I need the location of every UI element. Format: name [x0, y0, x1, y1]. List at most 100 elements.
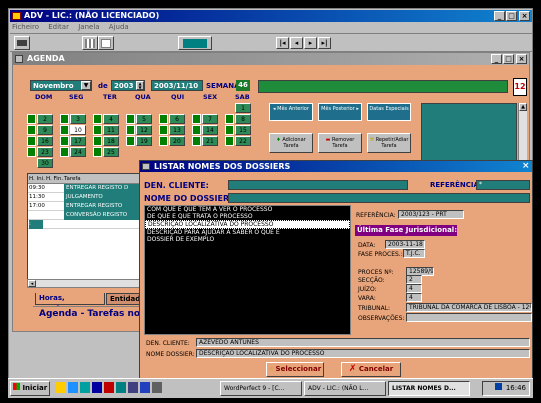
- task-wordperfect[interactable]: WordPerfect 9 - [C...: [220, 381, 302, 396]
- dialog-close-icon[interactable]: ×: [522, 161, 530, 172]
- calendar-book-icon[interactable]: 12: [513, 78, 527, 96]
- first-record-button[interactable]: |◂: [276, 37, 289, 49]
- repeat-task-button[interactable]: ⚒ Repetir/Adiar Tarefa: [367, 133, 411, 153]
- quicklaunch-app5-icon[interactable]: [152, 382, 162, 393]
- quicklaunch-word-icon[interactable]: [140, 382, 150, 393]
- add-task-icon: ♦: [276, 137, 281, 143]
- start-button[interactable]: Iniciar: [10, 381, 50, 396]
- day-cell[interactable]: 9: [37, 125, 53, 135]
- agenda-minimize-button[interactable]: _: [491, 54, 502, 64]
- cancel-button-label: Cancelar: [358, 365, 394, 373]
- agenda-icon[interactable]: [178, 36, 212, 50]
- list-item[interactable]: COM QUE E QUE TEM A VER O PROCESSO: [145, 206, 350, 213]
- weekday-seg: SEG: [69, 93, 84, 101]
- day-cell[interactable]: 6: [169, 114, 185, 124]
- day-cell[interactable]: 11: [103, 125, 119, 135]
- add-task-label: Adicionar Tarefa: [282, 137, 306, 149]
- agenda-notes-scrollbar[interactable]: ▲: [518, 103, 527, 163]
- day-cell[interactable]: 10: [70, 125, 86, 135]
- task-listar[interactable]: LISTAR NOMES D...: [388, 381, 470, 396]
- add-task-button[interactable]: ♦ Adicionar Tarefa: [269, 133, 313, 153]
- day-cell[interactable]: 21: [202, 136, 218, 146]
- day-cell[interactable]: 24: [70, 147, 86, 157]
- next-record-button[interactable]: ▸: [304, 37, 317, 49]
- day-cell[interactable]: 20: [169, 136, 185, 146]
- last-record-button[interactable]: ▸|: [318, 37, 331, 49]
- day-cell[interactable]: 5: [136, 114, 152, 124]
- day-cell[interactable]: 13: [169, 125, 185, 135]
- prev-record-button[interactable]: ◂: [290, 37, 303, 49]
- day-cell[interactable]: 19: [136, 136, 152, 146]
- quicklaunch-ie-icon[interactable]: [68, 382, 78, 393]
- select-button[interactable]: ☝ Seleccionar: [266, 362, 324, 377]
- agenda-maximize-button[interactable]: □: [503, 54, 514, 64]
- observacoes-value: [406, 313, 532, 322]
- day-cell[interactable]: 17: [70, 136, 86, 146]
- day-cell[interactable]: 25: [103, 147, 119, 157]
- quicklaunch-app2-icon[interactable]: [104, 382, 114, 393]
- task-adv[interactable]: ADV - LIC.: (NÃO L...: [304, 381, 386, 396]
- day-cell[interactable]: 1: [235, 103, 251, 113]
- list-item[interactable]: DE QUE E QUE TRATA O PROCESSO: [145, 213, 350, 220]
- agenda-title-bar[interactable]: AGENDA _ □ ×: [13, 53, 529, 65]
- day-cell[interactable]: 16: [37, 136, 53, 146]
- day-cell[interactable]: 3: [70, 114, 86, 124]
- week-number: 46: [236, 80, 250, 91]
- day-marker: [60, 136, 69, 146]
- day-marker: [225, 114, 234, 124]
- tray-network-icon[interactable]: [494, 383, 502, 390]
- proces-label: PROCES Nº:: [358, 269, 394, 276]
- remove-task-button[interactable]: ▬ Remover Tarefa: [318, 133, 362, 153]
- year-spinner[interactable]: 2003 ▲ ▼: [111, 80, 145, 91]
- day-cell[interactable]: 8: [235, 114, 251, 124]
- minimize-button[interactable]: _: [494, 11, 505, 21]
- calculator-icon[interactable]: [82, 36, 98, 50]
- day-cell[interactable]: 15: [235, 125, 251, 135]
- cancel-button[interactable]: ✗ Cancelar: [341, 362, 401, 377]
- menu-janela[interactable]: Janela: [78, 23, 99, 31]
- menu-editar[interactable]: Editar: [48, 23, 69, 31]
- col-h-ini: H. Ini.: [29, 176, 45, 182]
- dossier-list[interactable]: COM QUE E QUE TEM A VER O PROCESSO DE QUE…: [144, 205, 351, 335]
- prev-month-button[interactable]: ◂ Mês Anterior: [269, 103, 313, 121]
- next-month-button[interactable]: Mês Posterior ▸: [318, 103, 362, 121]
- list-item[interactable]: DESCRIÇÃO PARA AJUDAR A SABER O QUE É: [145, 229, 350, 236]
- maximize-button[interactable]: □: [506, 11, 517, 21]
- dialog-title-bar[interactable]: LISTAR NOMES DOS DOSSIERS ×: [140, 161, 532, 172]
- day-cell[interactable]: 22: [235, 136, 251, 146]
- day-cell[interactable]: 23: [37, 147, 53, 157]
- menu-ficheiro[interactable]: Ficheiro: [12, 23, 39, 31]
- quicklaunch-explorer-icon[interactable]: [56, 382, 66, 393]
- day-cell[interactable]: 12: [136, 125, 152, 135]
- list-item[interactable]: DOSSIER DE EXEMPLO: [145, 236, 350, 243]
- tab-horas-tarefas[interactable]: Horas, Tarefas,...: [35, 293, 105, 313]
- month-select[interactable]: Novembro ▼: [30, 80, 92, 91]
- quicklaunch-app1-icon[interactable]: [92, 382, 102, 393]
- spinner-arrows-icon[interactable]: ▲ ▼: [136, 81, 144, 90]
- day-cell[interactable]: 18: [103, 136, 119, 146]
- print-icon[interactable]: [14, 36, 30, 50]
- chevron-down-icon[interactable]: ▼: [81, 81, 91, 90]
- referencia-input[interactable]: *: [476, 180, 530, 190]
- close-button[interactable]: ×: [519, 11, 530, 21]
- notes-icon[interactable]: [98, 36, 114, 50]
- clock: 16:46: [505, 384, 526, 392]
- list-item[interactable]: DESCRIÇÃO LOCALIZATIVA DO PROCESSO: [145, 220, 350, 229]
- special-dates-button[interactable]: Datas Especiais: [367, 103, 411, 121]
- den-cliente-input[interactable]: [228, 180, 408, 190]
- menu-ajuda[interactable]: Ajuda: [109, 23, 129, 31]
- agenda-close-button[interactable]: ×: [516, 54, 527, 64]
- fase-value: T.J.C.: [403, 249, 425, 258]
- quicklaunch-app4-icon[interactable]: [128, 382, 138, 393]
- day-cell[interactable]: 7: [202, 114, 218, 124]
- quicklaunch-app3-icon[interactable]: [116, 382, 126, 393]
- nome-dossier-input[interactable]: [228, 193, 530, 203]
- hand-icon: ☝: [268, 365, 274, 373]
- day-cell[interactable]: 4: [103, 114, 119, 124]
- quicklaunch-desktop-icon[interactable]: [80, 382, 90, 393]
- remove-task-label: Remover Tarefa: [331, 137, 355, 149]
- app-title-bar[interactable]: ADV - LIC.: (NÃO LICENCIADO) _ □ ×: [10, 10, 532, 22]
- day-cell[interactable]: 2: [37, 114, 53, 124]
- day-cell[interactable]: 30: [37, 158, 53, 168]
- day-cell[interactable]: 14: [202, 125, 218, 135]
